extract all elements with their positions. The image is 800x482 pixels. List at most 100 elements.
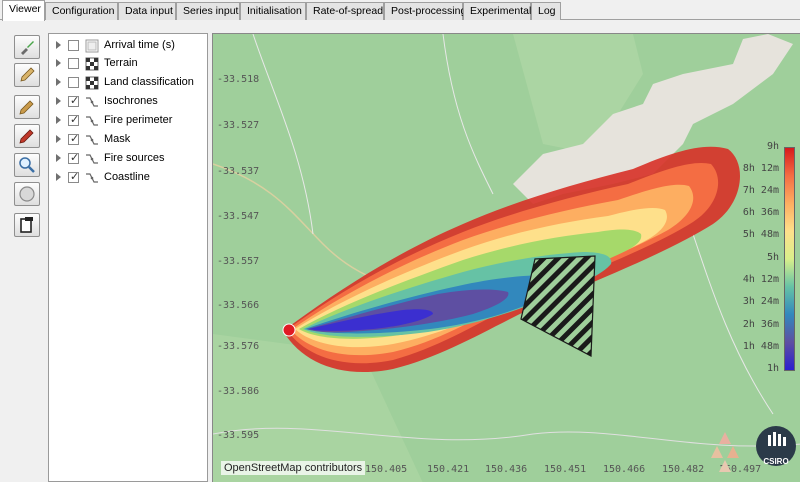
tab-rate-of-spread[interactable]: Rate-of-spread [306,2,384,20]
layer-checkbox[interactable] [68,58,79,69]
tab-label: Series input [183,5,239,17]
tab-initialisation[interactable]: Initialisation [240,2,306,20]
layer-tree: Arrival time (s) Terrain Land classifica… [48,33,208,482]
legend-label: 6h 36m [742,207,779,218]
map-attribution: OpenStreetMap contributors [221,461,366,475]
layer-checkbox[interactable] [68,77,79,88]
raster-icon [85,39,99,53]
pencil-icon [20,67,35,82]
tab-label: Post-processing [391,5,467,17]
y-tick-label: -33.518 [217,74,260,85]
layer-checkbox[interactable] [68,113,79,126]
x-tick-label: 150.482 [662,464,705,475]
legend-label: 8h 12m [742,163,779,174]
zoom-tool-button[interactable] [14,153,40,177]
x-tick-label: 150.405 [365,464,408,475]
export-tool-button[interactable] [14,213,40,237]
legend-label: 1h [766,363,779,374]
pencil-tool-button[interactable] [14,63,40,87]
legend-label: 2h 36m [742,319,779,330]
tab-label: Viewer [9,3,41,15]
tab-log[interactable]: Log [531,2,561,20]
map-layers [213,34,800,482]
expand-arrow-icon[interactable] [56,154,61,162]
layer-label: Mask [104,133,131,145]
legend-label: 4h 12m [742,274,779,285]
layer-terrain[interactable]: Terrain [49,55,207,73]
tab-series-input[interactable]: Series input [176,2,240,20]
layer-mask[interactable]: Mask [49,131,207,149]
layer-label: Fire sources [104,152,165,164]
line-icon [86,135,98,145]
checker-icon [85,57,99,71]
layer-label: Arrival time (s) [104,39,175,51]
brush-tool-button[interactable] [14,35,40,59]
layer-fire-sources[interactable]: Fire sources [49,150,207,168]
layer-isochrones[interactable]: Isochrones [49,93,207,111]
x-tick-label: 150.451 [544,464,587,475]
legend-label: 7h 24m [742,185,779,196]
pencil-icon [19,100,34,115]
expand-arrow-icon[interactable] [56,59,61,67]
layer-label: Isochrones [104,95,158,107]
checker-icon [85,76,99,90]
legend-label: 5h [766,252,779,263]
line-icon [86,116,98,126]
y-tick-label: -33.527 [217,120,260,131]
tab-bar: Viewer Configuration Data input Series i… [0,0,800,21]
tool-column [0,21,48,482]
layer-label: Coastline [104,171,150,183]
x-tick-label: 150.436 [485,464,528,475]
layer-label: Fire perimeter [104,114,173,126]
legend-label: 9h [766,141,779,152]
layer-checkbox[interactable] [68,132,79,145]
layer-label: Land classification [104,76,194,88]
layer-land-classification[interactable]: Land classification [49,74,207,92]
red-pencil-icon [19,129,34,144]
y-tick-label: -33.547 [217,211,260,222]
tab-label: Log [538,5,556,17]
legend-label: 3h 24m [742,296,779,307]
layer-fire-perimeter[interactable]: Fire perimeter [49,112,207,130]
tab-label: Rate-of-spread [313,5,384,17]
x-tick-label: 150.421 [427,464,470,475]
csiro-logo-text: CSIRO [763,457,789,466]
legend-label: 5h 48m [742,229,779,240]
layer-arrival-time[interactable]: Arrival time (s) [49,37,207,55]
expand-arrow-icon[interactable] [56,173,61,181]
y-tick-label: -33.595 [217,430,260,441]
y-tick-label: -33.586 [217,386,260,397]
legend-colorbar [784,147,795,371]
expand-arrow-icon[interactable] [56,41,61,49]
partner-logo-icon [711,432,739,472]
layer-checkbox[interactable] [68,170,79,183]
red-pencil-tool-button[interactable] [14,124,40,148]
tab-configuration[interactable]: Configuration [45,2,118,20]
brush-icon [21,41,34,55]
tab-experimental[interactable]: Experimental [463,2,531,20]
map-canvas[interactable]: -33.518 -33.527 -33.537 -33.547 -33.557 … [212,33,800,482]
layer-checkbox[interactable] [68,151,79,164]
tab-viewer[interactable]: Viewer [2,0,45,21]
x-tick-label: 150.466 [603,464,646,475]
line-icon [86,97,98,107]
fire-source-icon [282,323,296,337]
tab-data-input[interactable]: Data input [118,2,176,20]
tab-label: Configuration [52,5,115,17]
expand-arrow-icon[interactable] [56,135,61,143]
expand-arrow-icon[interactable] [56,78,61,86]
legend-label: 1h 48m [742,341,779,352]
tab-label: Initialisation [247,5,302,17]
layer-checkbox[interactable] [68,94,79,107]
line-icon [86,173,98,183]
export-icon [20,217,33,233]
circle-tool-button[interactable] [14,182,40,206]
y-tick-label: -33.537 [217,166,260,177]
expand-arrow-icon[interactable] [56,116,61,124]
layer-checkbox[interactable] [68,40,79,51]
layer-coastline[interactable]: Coastline [49,169,207,187]
pencil-tool-button-2[interactable] [14,95,40,119]
expand-arrow-icon[interactable] [56,97,61,105]
tab-post-processing[interactable]: Post-processing [384,2,467,20]
line-icon [86,154,98,164]
